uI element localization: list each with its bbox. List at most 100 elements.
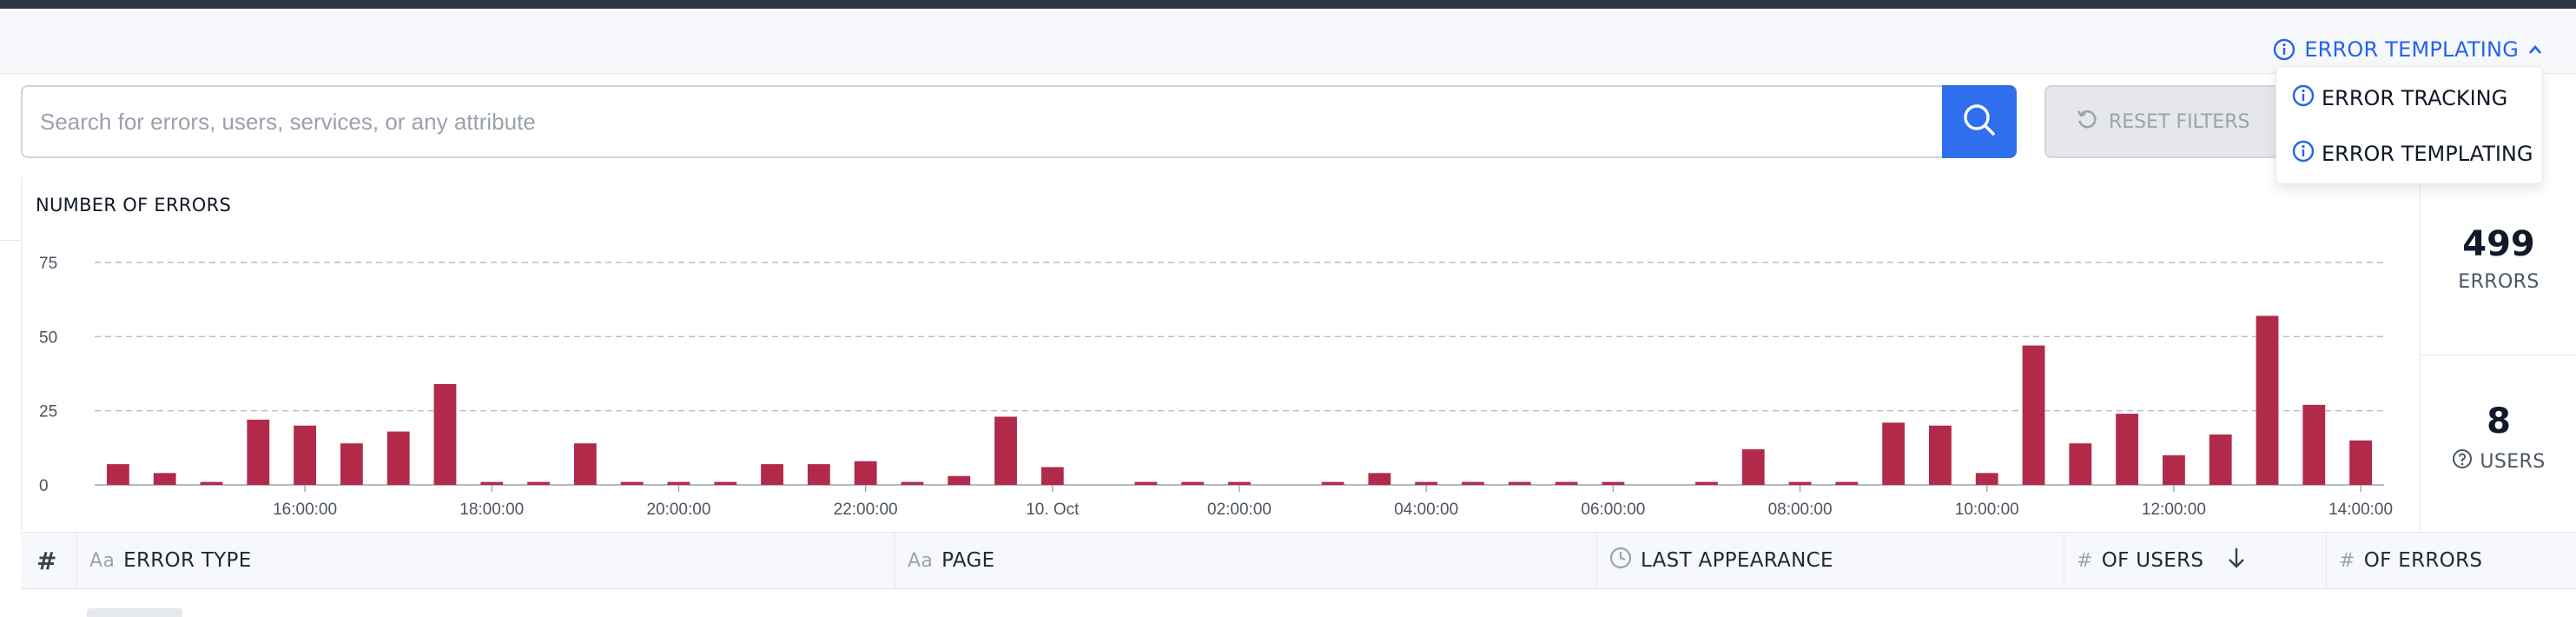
error-count-bar[interactable] xyxy=(1695,481,1718,485)
help-icon xyxy=(2452,448,2473,474)
error-count-bar[interactable] xyxy=(901,481,924,485)
error-count-bar[interactable] xyxy=(106,464,129,485)
error-count-bar[interactable] xyxy=(620,481,644,485)
error-count-bar[interactable] xyxy=(2022,345,2045,485)
error-count-bar[interactable] xyxy=(2163,454,2185,485)
dropdown-item-error-tracking[interactable]: ERROR TRACKING xyxy=(2292,83,2507,114)
error-count-bar[interactable] xyxy=(2069,443,2092,485)
error-count-bar[interactable] xyxy=(948,475,971,485)
error-count-bar[interactable] xyxy=(1929,425,1952,485)
error-count-bar[interactable] xyxy=(994,416,1017,485)
error-templating-toggle[interactable]: ERROR TEMPLATING xyxy=(2273,35,2543,64)
y-tick-label: 50 xyxy=(39,328,57,347)
search-button[interactable] xyxy=(1942,85,2017,158)
error-count-bar[interactable] xyxy=(2116,414,2139,485)
error-count-bar[interactable] xyxy=(2256,315,2279,485)
dropdown-item-label: ERROR TRACKING xyxy=(2322,86,2508,110)
users-count: 8 xyxy=(2487,401,2511,441)
error-count-bar[interactable] xyxy=(1321,481,1344,485)
error-count-bar[interactable] xyxy=(761,464,783,485)
column-header-label: PAGE xyxy=(941,549,995,572)
x-tick-label: 02:00:00 xyxy=(1207,501,1271,519)
y-tick-label: 25 xyxy=(39,403,57,421)
x-tick-label: 14:00:00 xyxy=(2328,501,2393,519)
app-top-bar xyxy=(0,0,2576,9)
hash-icon: # xyxy=(2077,549,2093,572)
x-tick-label: 22:00:00 xyxy=(834,501,898,519)
header-strip: ERROR TEMPLATING xyxy=(0,9,2576,74)
error-count-bar[interactable] xyxy=(1741,449,1765,485)
stats-column: 499 ERRORS 8 USERS xyxy=(2420,177,2576,530)
x-tick-label: 10. Oct xyxy=(1026,501,1080,519)
error-count-bar[interactable] xyxy=(1835,481,1859,485)
errors-label: ERRORS xyxy=(2458,271,2540,293)
search-input[interactable] xyxy=(21,85,1942,158)
error-count-bar[interactable] xyxy=(200,481,223,485)
error-count-bar[interactable] xyxy=(1228,481,1251,485)
y-tick-label: 75 xyxy=(39,255,57,273)
error-count-bar[interactable] xyxy=(1462,481,1484,485)
dropdown-item-error-templating[interactable]: ERROR TEMPLATING xyxy=(2292,138,2533,169)
error-count-bar[interactable] xyxy=(527,481,550,485)
error-count-bar[interactable] xyxy=(1788,481,1812,485)
search-row: RESET FILTERS xyxy=(21,85,2540,162)
error-count-bar[interactable] xyxy=(153,473,176,485)
error-count-bar[interactable] xyxy=(1368,473,1391,485)
error-templating-toggle-label: ERROR TEMPLATING xyxy=(2304,37,2519,62)
users-stat: 8 USERS xyxy=(2421,401,2576,474)
error-count-bar[interactable] xyxy=(1508,481,1531,485)
view-mode-dropdown: ERROR TRACKING ERROR TEMPLATING xyxy=(2275,66,2543,184)
x-tick-label: 12:00:00 xyxy=(2142,501,2206,519)
error-count-bar[interactable] xyxy=(1882,422,1906,485)
hash-icon: # xyxy=(36,546,57,575)
error-count-bar[interactable] xyxy=(340,443,363,485)
error-count-bar[interactable] xyxy=(433,383,457,485)
error-count-bar[interactable] xyxy=(1975,473,1998,485)
error-count-bar[interactable] xyxy=(2209,434,2232,485)
error-count-bar[interactable] xyxy=(1134,481,1158,485)
error-count-bar[interactable] xyxy=(667,481,690,485)
error-count-bar[interactable] xyxy=(1415,481,1438,485)
chevron-up-icon xyxy=(2527,43,2543,56)
column-header-page[interactable]: Aa PAGE xyxy=(895,533,1596,588)
x-tick-label: 20:00:00 xyxy=(646,501,710,519)
error-count-bar[interactable] xyxy=(386,431,410,485)
error-count-bar[interactable] xyxy=(1602,481,1625,485)
table-row xyxy=(87,608,182,617)
x-tick-label: 18:00:00 xyxy=(459,501,524,519)
error-count-bar[interactable] xyxy=(294,425,316,485)
column-header-error-type[interactable]: Aa ERROR TYPE xyxy=(76,533,895,588)
column-header-last-appearance[interactable]: LAST APPEARANCE xyxy=(1596,533,2064,588)
reset-filters-button[interactable]: RESET FILTERS xyxy=(2044,85,2305,158)
error-count-bar[interactable] xyxy=(1181,481,1205,485)
chart-title: NUMBER OF ERRORS xyxy=(36,195,232,216)
column-header-label: LAST APPEARANCE xyxy=(1641,549,1833,572)
dropdown-item-label: ERROR TEMPLATING xyxy=(2322,142,2533,166)
column-header-index[interactable]: # xyxy=(21,533,76,588)
sort-descending-icon[interactable] xyxy=(2226,546,2247,575)
error-count-bar[interactable] xyxy=(714,481,737,485)
error-count-bar[interactable] xyxy=(573,443,597,485)
error-count-bar[interactable] xyxy=(247,419,270,485)
x-tick-label: 10:00:00 xyxy=(1955,501,2019,519)
reset-filters-label: RESET FILTERS xyxy=(2109,110,2250,133)
users-label-row: USERS xyxy=(2421,448,2576,474)
error-count-bar[interactable] xyxy=(1555,481,1578,485)
error-count-bar[interactable] xyxy=(2302,404,2326,485)
column-header-label: ERROR TYPE xyxy=(123,549,252,572)
column-header-of-errors[interactable]: # OF ERRORS xyxy=(2326,533,2576,588)
error-count-bar[interactable] xyxy=(854,461,877,485)
info-icon xyxy=(2292,84,2315,112)
info-icon xyxy=(2273,38,2295,61)
text-type-icon: Aa xyxy=(89,549,116,572)
column-header-of-users[interactable]: # OF USERS xyxy=(2064,533,2326,588)
error-count-bar[interactable] xyxy=(807,464,830,485)
error-count-bar[interactable] xyxy=(2349,440,2373,485)
reset-icon xyxy=(2076,108,2098,136)
x-tick-label: 06:00:00 xyxy=(1581,501,1645,519)
errors-stat: 499 ERRORS xyxy=(2421,224,2576,293)
info-icon xyxy=(2292,140,2315,168)
error-count-bar[interactable] xyxy=(480,481,504,485)
users-label: USERS xyxy=(2480,450,2546,473)
error-count-bar[interactable] xyxy=(1040,467,1064,485)
